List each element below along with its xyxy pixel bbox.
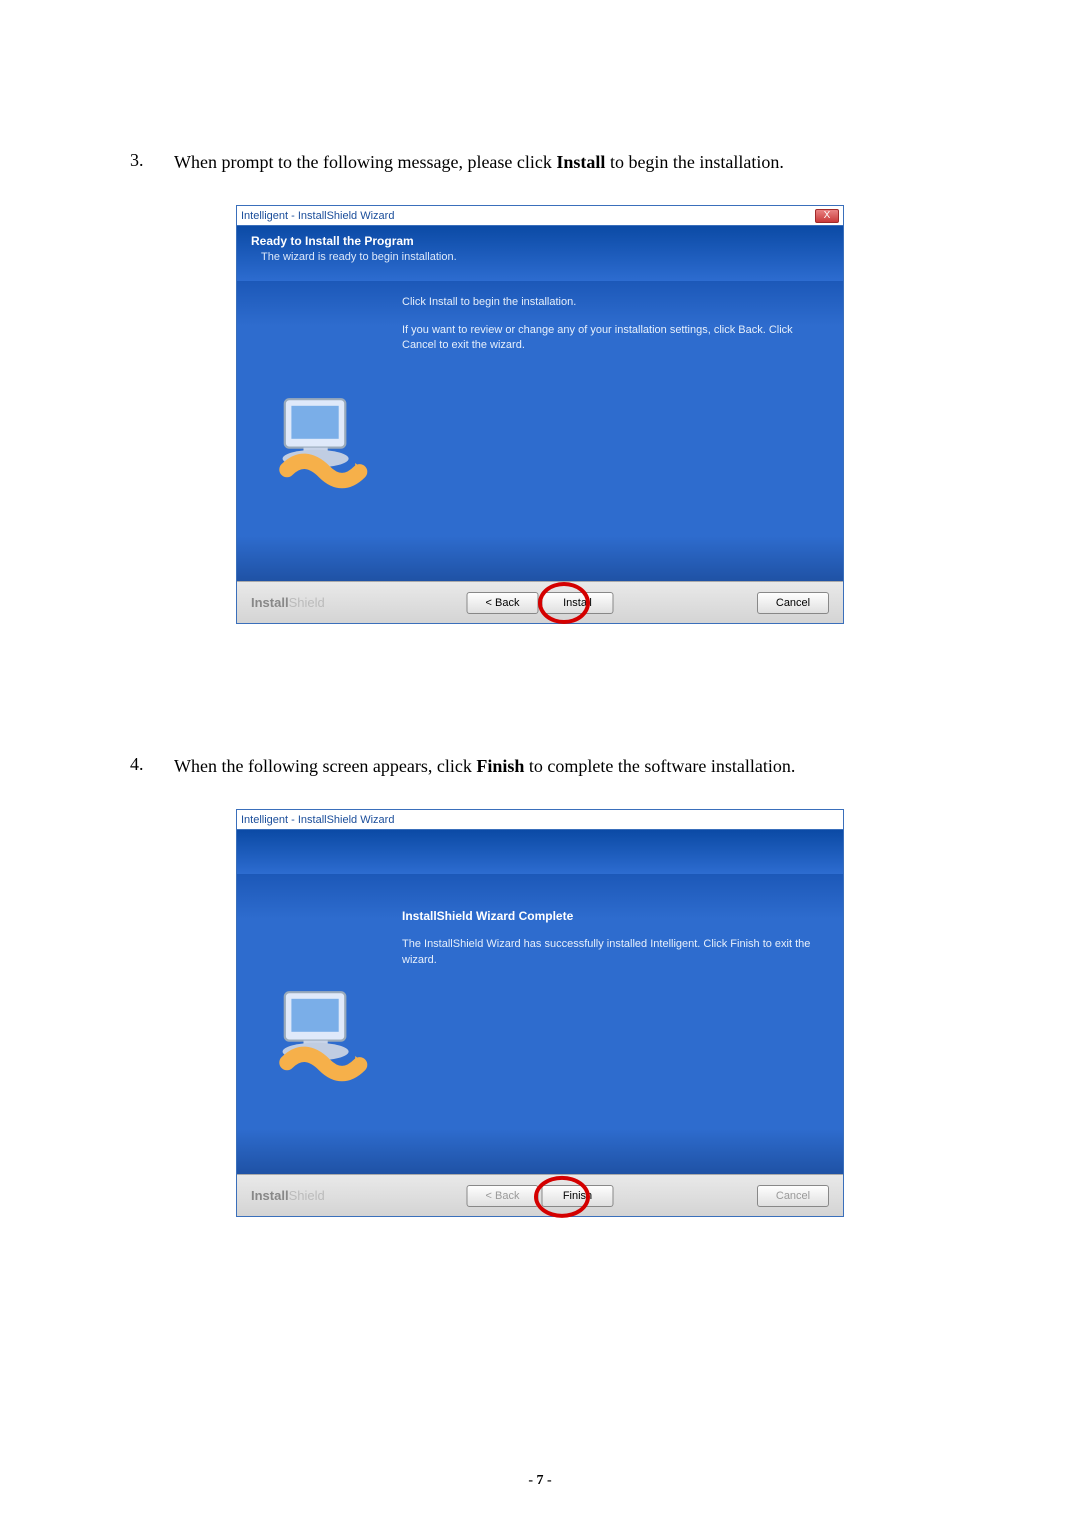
step-4: 4. When the following screen appears, cl… bbox=[130, 754, 950, 779]
install-button[interactable]: Install bbox=[542, 592, 614, 614]
step4-text-after: to complete the software installation. bbox=[524, 756, 795, 776]
dialog-header-subtitle: The wizard is ready to begin installatio… bbox=[251, 251, 829, 263]
dialog-header-empty bbox=[237, 830, 843, 874]
dialog-header-title: Ready to Install the Program bbox=[251, 234, 829, 248]
back-button[interactable]: < Back bbox=[467, 592, 539, 614]
finish-dialog: Intelligent - InstallShield Wizard Insta… bbox=[236, 809, 844, 1217]
finish-button[interactable]: Finish bbox=[542, 1185, 614, 1207]
step-text: When prompt to the following message, pl… bbox=[174, 150, 784, 175]
step4-text-before: When the following screen appears, click bbox=[174, 756, 476, 776]
dialog-footer: InstallShield < Back Finish Cancel bbox=[237, 1174, 843, 1216]
dialog-body-line2: If you want to review or change any of y… bbox=[402, 323, 827, 354]
close-icon[interactable]: X bbox=[815, 209, 839, 223]
dialog-titlebar: Intelligent - InstallShield Wizard X bbox=[237, 206, 843, 226]
dialog-side-image bbox=[237, 874, 402, 1174]
dialog-main: Click Install to begin the installation.… bbox=[402, 281, 843, 581]
computer-icon bbox=[265, 979, 375, 1089]
step-3: 3. When prompt to the following message,… bbox=[130, 150, 950, 175]
step3-bold: Install bbox=[556, 152, 605, 172]
page-number: - 7 - bbox=[0, 1473, 1080, 1489]
installshield-brand: InstallShield bbox=[251, 1188, 325, 1203]
install-dialog: Intelligent - InstallShield Wizard X Rea… bbox=[236, 205, 844, 624]
step3-text-after: to begin the installation. bbox=[605, 152, 783, 172]
dialog-main: InstallShield Wizard Complete The Instal… bbox=[402, 874, 843, 1174]
step3-text-before: When prompt to the following message, pl… bbox=[174, 152, 556, 172]
dialog-footer: InstallShield < Back Install Cancel bbox=[237, 581, 843, 623]
step-text: When the following screen appears, click… bbox=[174, 754, 795, 779]
dialog-titlebar: Intelligent - InstallShield Wizard bbox=[237, 810, 843, 830]
step-number: 3. bbox=[130, 150, 174, 175]
brand-a: Install bbox=[251, 595, 289, 610]
dialog-title: Intelligent - InstallShield Wizard bbox=[241, 814, 394, 826]
back-button: < Back bbox=[467, 1185, 539, 1207]
dialog-title: Intelligent - InstallShield Wizard bbox=[241, 210, 394, 222]
cancel-button[interactable]: Cancel bbox=[757, 592, 829, 614]
installshield-brand: InstallShield bbox=[251, 595, 325, 610]
step4-bold: Finish bbox=[476, 756, 524, 776]
dialog-body-line1: Click Install to begin the installation. bbox=[402, 295, 827, 310]
dialog-side-image bbox=[237, 281, 402, 581]
brand-b: Shield bbox=[289, 1188, 325, 1203]
dialog-body-title: InstallShield Wizard Complete bbox=[402, 908, 827, 925]
computer-icon bbox=[265, 386, 375, 496]
step-number: 4. bbox=[130, 754, 174, 779]
dialog-body-line1: The InstallShield Wizard has successfull… bbox=[402, 937, 827, 968]
brand-a: Install bbox=[251, 1188, 289, 1203]
dialog-body: InstallShield Wizard Complete The Instal… bbox=[237, 874, 843, 1174]
cancel-button: Cancel bbox=[757, 1185, 829, 1207]
brand-b: Shield bbox=[289, 595, 325, 610]
dialog-header: Ready to Install the Program The wizard … bbox=[237, 226, 843, 281]
dialog-body: Click Install to begin the installation.… bbox=[237, 281, 843, 581]
